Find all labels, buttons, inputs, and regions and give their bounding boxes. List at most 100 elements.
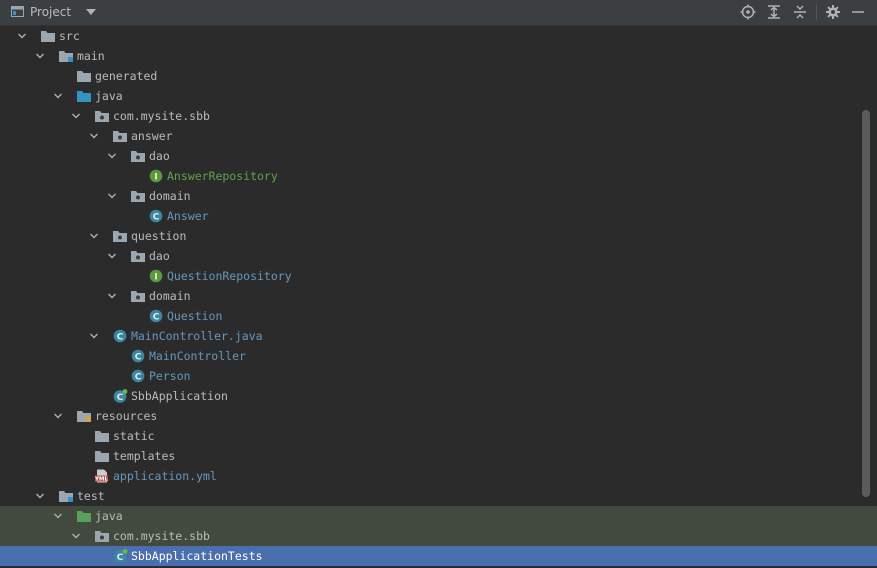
tree-row-com-mysite-sbb[interactable]: com.mysite.sbb <box>0 106 877 126</box>
tree-item-label: question <box>131 229 187 243</box>
tree-row-templates[interactable]: templates <box>0 446 877 466</box>
tree-item-label: com.mysite.sbb <box>113 109 210 123</box>
chevron-down-icon[interactable] <box>17 31 27 41</box>
resources-folder-icon <box>77 411 91 422</box>
tree-row-generated[interactable]: generated <box>0 66 877 86</box>
tree-row-main[interactable]: main <box>0 46 877 66</box>
tree-item-label: resources <box>95 409 158 423</box>
chevron-down-icon[interactable] <box>107 251 117 261</box>
chevron-down-icon[interactable] <box>35 491 45 501</box>
spring-class-icon: C <box>113 549 128 563</box>
package-icon <box>95 111 109 122</box>
toolbar-separator <box>816 5 817 20</box>
package-icon <box>131 291 145 302</box>
gear-icon[interactable] <box>825 4 841 20</box>
tree-row-dao[interactable]: dao <box>0 246 877 266</box>
tree-item-label: Answer <box>167 209 209 223</box>
expand-all-icon[interactable] <box>766 4 782 20</box>
tree-item-label: Person <box>149 369 191 383</box>
tree-row-question[interactable]: C Question <box>0 306 877 326</box>
tree-item-label: java <box>95 509 123 523</box>
folder-icon <box>77 71 91 82</box>
tree-item-label: test <box>77 489 105 503</box>
tree-row-com-mysite-sbb[interactable]: com.mysite.sbb <box>0 526 877 546</box>
svg-text:C: C <box>117 553 124 563</box>
class-icon: C <box>149 209 163 222</box>
tree-item-label: domain <box>149 189 191 203</box>
tree-item-label: java <box>95 89 123 103</box>
yml-file-icon: YML <box>94 469 108 483</box>
chevron-down-icon[interactable] <box>107 191 117 201</box>
tree-row-answer[interactable]: C Answer <box>0 206 877 226</box>
tree-row-resources[interactable]: resources <box>0 406 877 426</box>
chevron-down-icon[interactable] <box>107 151 117 161</box>
locate-icon[interactable] <box>740 4 756 20</box>
tree-row-answer[interactable]: answer <box>0 126 877 146</box>
project-tree[interactable]: src main generated java com.mysite.sbb answer… <box>0 25 877 568</box>
chevron-down-icon[interactable] <box>71 111 81 121</box>
tree-row-sbbapplicationtests[interactable]: C SbbApplicationTests <box>0 546 877 566</box>
tree-row-answerrepository[interactable]: I AnswerRepository <box>0 166 877 186</box>
tree-item-label: SbbApplication <box>131 389 228 403</box>
tree-row-java[interactable]: java <box>0 86 877 106</box>
project-tool-window-header: Project <box>0 0 877 26</box>
vertical-scrollbar[interactable] <box>862 110 870 497</box>
tree-row-person[interactable]: C Person <box>0 366 877 386</box>
tree-row-domain[interactable]: domain <box>0 186 877 206</box>
svg-text:C: C <box>135 352 142 362</box>
chevron-down-icon[interactable] <box>89 131 99 141</box>
tree-row-java[interactable]: java <box>0 506 877 526</box>
tree-item-label: templates <box>113 449 176 463</box>
svg-text:C: C <box>153 212 160 222</box>
interface-icon: I <box>149 169 163 182</box>
tree-row-application-yml[interactable]: YML application.yml <box>0 466 877 486</box>
tree-item-label: AnswerRepository <box>167 169 278 183</box>
hide-icon[interactable] <box>850 4 866 20</box>
tree-item-label: MainController.java <box>131 329 263 343</box>
collapse-all-icon[interactable] <box>792 4 808 20</box>
tree-item-label: application.yml <box>113 469 217 483</box>
project-view-title[interactable]: Project <box>30 5 71 19</box>
chevron-down-icon[interactable] <box>53 91 63 101</box>
chevron-down-icon[interactable] <box>89 231 99 241</box>
chevron-down-icon[interactable] <box>107 291 117 301</box>
tree-row-dao[interactable]: dao <box>0 146 877 166</box>
package-icon <box>131 251 145 262</box>
class-icon: C <box>131 349 145 362</box>
svg-text:C: C <box>117 393 124 403</box>
tree-row-maincontroller[interactable]: C MainController <box>0 346 877 366</box>
tree-row-src[interactable]: src <box>0 26 877 46</box>
tree-row-maincontroller-java[interactable]: C MainController.java <box>0 326 877 346</box>
tree-item-label: static <box>113 429 155 443</box>
svg-text:C: C <box>117 332 124 342</box>
svg-text:I: I <box>154 272 157 282</box>
svg-text:YML: YML <box>94 477 108 483</box>
module-folder-icon <box>59 51 73 62</box>
chevron-down-icon[interactable] <box>35 51 45 61</box>
tree-row-domain[interactable]: domain <box>0 286 877 306</box>
interface-icon: I <box>149 269 163 282</box>
class-icon: C <box>113 329 127 342</box>
tree-row-questionrepository[interactable]: I QuestionRepository <box>0 266 877 286</box>
tree-item-label: src <box>59 29 80 43</box>
tree-item-label: main <box>77 49 105 63</box>
tree-item-label: answer <box>131 129 173 143</box>
chevron-down-icon[interactable] <box>53 511 63 521</box>
tree-row-question[interactable]: question <box>0 226 877 246</box>
folder-icon <box>41 31 55 42</box>
package-icon <box>95 531 109 542</box>
tree-item-label: generated <box>95 69 158 83</box>
package-icon <box>131 151 145 162</box>
chevron-down-icon[interactable] <box>71 531 81 541</box>
tree-item-label: domain <box>149 289 191 303</box>
chevron-down-icon[interactable] <box>53 411 63 421</box>
tree-row-test[interactable]: test <box>0 486 877 506</box>
chevron-down-icon[interactable] <box>89 331 99 341</box>
dropdown-arrow-icon[interactable] <box>86 9 96 15</box>
tree-item-label: dao <box>149 149 170 163</box>
package-icon <box>113 231 127 242</box>
tree-row-static[interactable]: static <box>0 426 877 446</box>
tree-row-sbbapplication[interactable]: C SbbApplication <box>0 386 877 406</box>
tree-item-label: dao <box>149 249 170 263</box>
tree-item-label: MainController <box>149 349 246 363</box>
